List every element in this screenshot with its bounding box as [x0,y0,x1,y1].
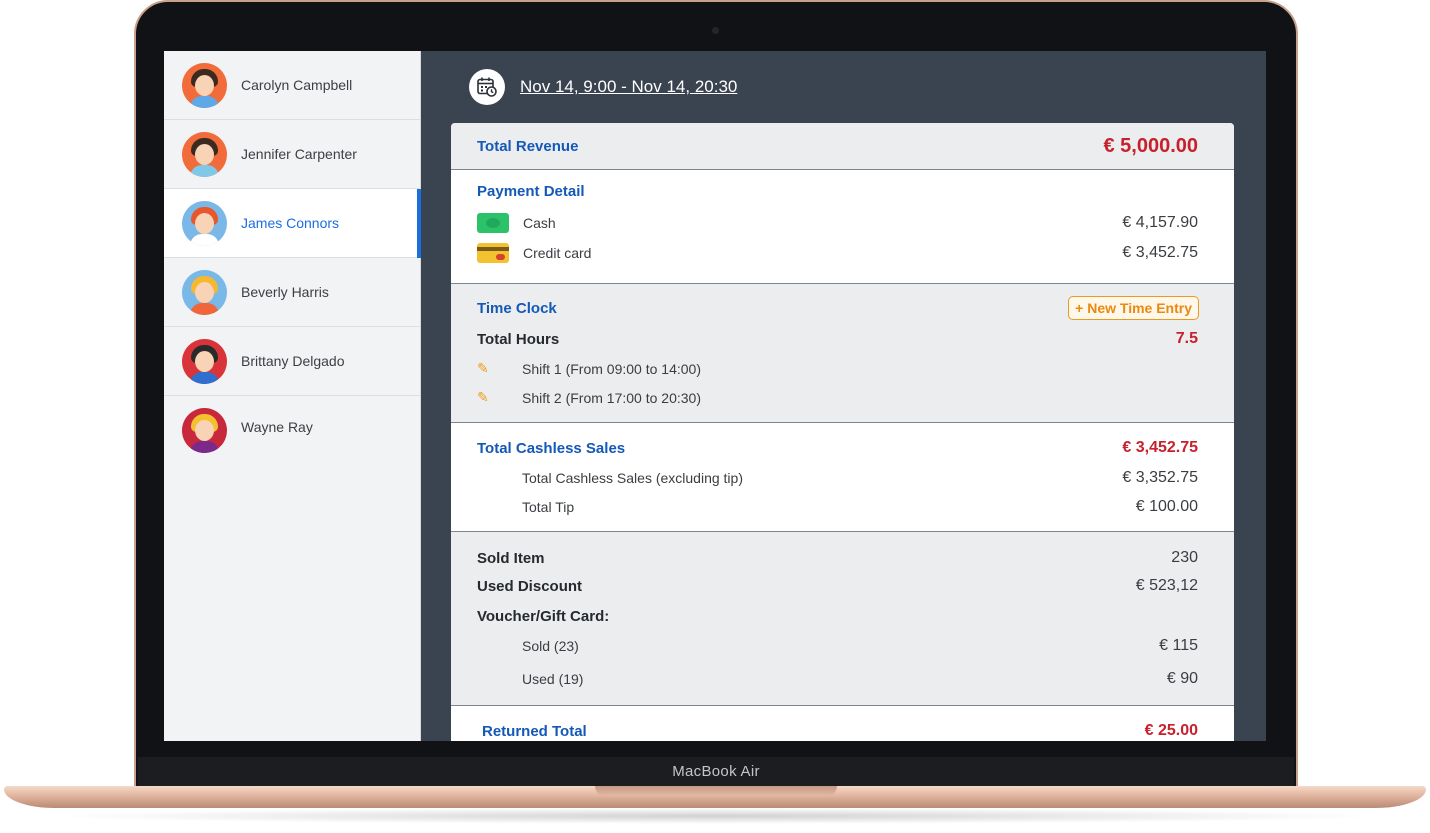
cashless-sales-section: Total Cashless Sales € 3,452.75 Total Ca… [451,423,1234,532]
voucher-item-value: € 115 [1159,637,1198,654]
total-hours-value: 7.5 [1175,330,1198,347]
shift-label: Shift 1 (From 09:00 to 14:00) [522,360,701,377]
payment-label: Credit card [523,245,592,261]
total-revenue-value: € 5,000.00 [1103,135,1198,157]
staff-item[interactable]: Brittany Delgado [164,327,420,396]
cashless-title: Total Cashless Sales [477,439,626,457]
webcam [712,27,719,34]
total-hours-label: Total Hours [477,330,560,348]
cash-icon [477,213,509,233]
staff-name: Beverly Harris [241,284,329,300]
returned-total-value: € 25.00 [1144,722,1198,739]
sales-summary-section: Sold Item 230 Used Discount € 523,12 Vou… [451,532,1234,706]
staff-item[interactable]: Jennifer Carpenter [164,120,420,189]
returned-total-section: Returned Total € 25.00 [451,706,1234,741]
voucher-label: Voucher/Gift Card: [477,608,610,625]
pencil-icon[interactable]: ✎ [477,360,491,377]
staff-avatar [182,338,227,384]
voucher-row: Used (19) € 90 [477,670,1198,688]
used-discount-label: Used Discount [477,577,583,595]
payment-row: Credit card € 3,452.75 [477,243,1198,263]
staff-item[interactable]: Beverly Harris [164,258,420,327]
staff-avatar [182,200,227,246]
cashless-item-value: € 3,352.75 [1122,469,1198,486]
cashless-item-label: Total Tip [522,499,575,515]
staff-name: Jennifer Carpenter [241,146,357,162]
date-range-link[interactable]: Nov 14, 9:00 - Nov 14, 20:30 [520,77,737,97]
laptop-shadow [40,808,1390,824]
calendar-clock-icon[interactable] [469,69,505,105]
date-range-header: Nov 14, 9:00 - Nov 14, 20:30 [469,69,737,105]
payment-value: € 3,452.75 [1122,244,1198,261]
shift-row[interactable]: ✎ Shift 1 (From 09:00 to 14:00) [477,360,1198,377]
used-discount-value: € 523,12 [1135,577,1198,594]
staff-avatar [182,131,227,177]
staff-sidebar: Carolyn Campbell Jennifer Carpenter Jame… [164,51,421,741]
staff-item[interactable]: Carolyn Campbell [164,51,420,120]
report-card: Total Revenue € 5,000.00 Payment Detail … [451,123,1234,741]
credit-card-icon [477,243,509,263]
time-clock-title: Time Clock [477,299,557,317]
voucher-row: Sold (23) € 115 [477,637,1198,655]
main-panel: Nov 14, 9:00 - Nov 14, 20:30 Total Reven… [421,51,1266,741]
laptop-notch [595,786,837,796]
staff-name: James Connors [241,215,340,231]
staff-avatar [182,408,227,453]
total-revenue-label: Total Revenue [477,138,579,155]
device-brand-label: MacBook Air [672,763,760,780]
sold-item-value: 230 [1171,549,1198,566]
cashless-row: Total Tip € 100.00 [477,498,1198,516]
shift-row[interactable]: ✎ Shift 2 (From 17:00 to 20:30) [477,389,1198,406]
laptop-mockup: MacBook Air Carolyn Campbell Jennifer Ca… [0,0,1430,833]
voucher-item-label: Sold (23) [522,638,579,654]
payment-row: Cash € 4,157.90 [477,213,1198,233]
cashless-row: Total Cashless Sales (excluding tip) € 3… [477,469,1198,487]
payment-detail-title: Payment Detail [477,183,585,200]
cashless-item-value: € 100.00 [1135,498,1198,515]
laptop-chin: MacBook Air [138,757,1294,787]
payment-detail-section: Payment Detail Cash € 4,157.90 Credit ca… [451,170,1234,284]
voucher-item-value: € 90 [1166,670,1198,687]
staff-name: Wayne Ray [241,419,313,435]
staff-name: Carolyn Campbell [241,77,353,93]
cashless-value: € 3,452.75 [1122,439,1198,456]
pencil-icon[interactable]: ✎ [477,389,491,406]
staff-item[interactable]: Wayne Ray [164,396,420,465]
staff-avatar [182,62,227,108]
shift-label: Shift 2 (From 17:00 to 20:30) [522,389,701,406]
payment-value: € 4,157.90 [1122,214,1198,231]
new-time-entry-button[interactable]: + New Time Entry [1068,296,1199,320]
voucher-item-label: Used (19) [522,671,584,687]
payment-label: Cash [523,215,556,231]
staff-avatar [182,269,227,315]
cashless-item-label: Total Cashless Sales (excluding tip) [522,470,743,486]
sold-item-label: Sold Item [477,549,545,567]
staff-item[interactable]: James Connors [164,189,421,258]
total-revenue-section: Total Revenue € 5,000.00 [451,123,1234,170]
app-screen: Carolyn Campbell Jennifer Carpenter Jame… [164,51,1266,741]
staff-name: Brittany Delgado [241,353,345,369]
time-clock-section: Time Clock + New Time Entry Total Hours … [451,284,1234,423]
returned-total-label: Returned Total [482,722,587,740]
